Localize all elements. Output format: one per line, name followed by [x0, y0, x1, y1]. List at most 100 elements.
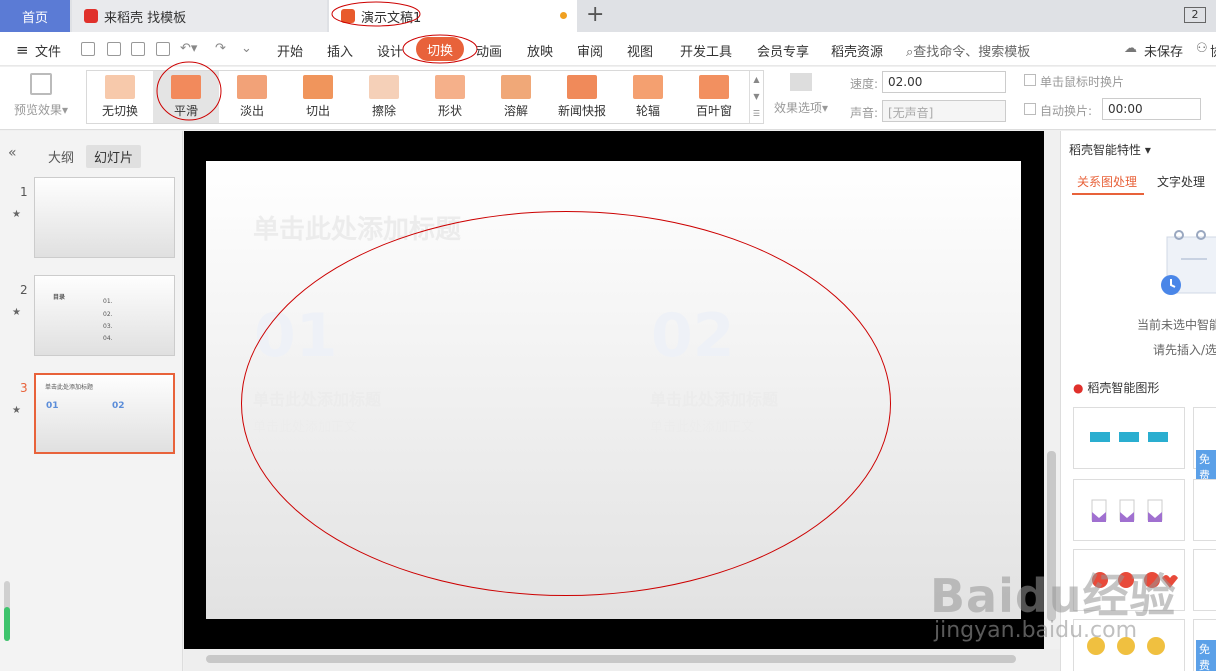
menu-design[interactable]: 设计 — [377, 41, 403, 60]
save-icon[interactable] — [81, 42, 95, 56]
transition-item[interactable]: 轮辐 — [615, 71, 681, 123]
sound-select[interactable]: [无声音] — [882, 100, 1006, 122]
collab-label[interactable]: 协 — [1210, 41, 1216, 60]
calendar-illustration-icon — [1161, 230, 1216, 295]
slide-panel: « 大纲 幻灯片 1 ★ 2 ★ 目录 01. 02. 03. 04. 3 ★ … — [0, 131, 183, 671]
more-icon[interactable]: ⌄ — [241, 41, 252, 56]
slide-number: 2 — [20, 283, 28, 297]
tab-text-processing[interactable]: 文字处理 — [1157, 173, 1205, 190]
empty-message-2: 请先插入/选 — [1153, 343, 1216, 357]
menu-hamburger-icon[interactable]: ≡ — [16, 41, 29, 59]
transition-thumbnail-icon — [435, 75, 465, 99]
thumb-title: 单击此处添加标题 — [45, 384, 94, 391]
transition-item[interactable]: 无切换 — [87, 71, 153, 123]
tab-outline[interactable]: 大纲 — [40, 145, 82, 168]
active-tab-underline — [1072, 193, 1144, 195]
scroll-thumb[interactable] — [206, 655, 1016, 663]
transition-item[interactable]: 溶解 — [483, 71, 549, 123]
tab-bar: 首页 来稻壳 找模板 演示文稿1 + 2 — [0, 0, 1216, 32]
baidu-watermark-url: jingyan.baidu.com — [934, 618, 1138, 643]
effect-options-button[interactable]: 效果选项▾ — [770, 73, 832, 116]
on-click-label: 单击鼠标时换片 — [1040, 75, 1125, 89]
slide-number: 1 — [20, 185, 28, 199]
transition-label: 形状 — [437, 104, 462, 118]
preview-effect-button[interactable]: 预览效果▾ — [10, 73, 72, 118]
highlight-ellipse-menu — [402, 34, 478, 64]
menu-review[interactable]: 审阅 — [577, 41, 603, 60]
transition-label: 百叶窗 — [695, 104, 732, 118]
menu-insert[interactable]: 插入 — [327, 41, 353, 60]
transition-label: 溶解 — [503, 104, 528, 118]
transition-item[interactable]: 淡出 — [219, 71, 285, 123]
smart-graphic-card[interactable] — [1073, 407, 1185, 469]
effect-options-label: 效果选项 — [773, 101, 822, 115]
current-slide[interactable]: 单击此处添加标题 01 02 单击此处添加标题 单击此处添加标题 单击此处添加正… — [206, 161, 1021, 619]
slide-thumbnail-1[interactable] — [34, 177, 175, 258]
smart-graphic-section: ● 稻壳智能图形 — [1073, 379, 1159, 396]
transition-thumbnail-icon — [369, 75, 399, 99]
menu-file[interactable]: 文件 — [35, 41, 61, 60]
transition-label: 新闻快报 — [557, 104, 606, 118]
transition-thumbnail-icon — [567, 75, 597, 99]
undo-icon[interactable]: ↶▾ — [180, 41, 197, 56]
highlight-ellipse-slide — [241, 211, 891, 596]
auto-advance-time[interactable]: 00:00 — [1102, 98, 1201, 120]
collab-icon[interactable]: ⚇ — [1196, 41, 1208, 56]
transition-label: 切出 — [305, 104, 330, 118]
transition-thumbnail-icon — [303, 75, 333, 99]
star-icon: ★ — [12, 307, 21, 318]
speed-input[interactable]: 02.00 — [882, 71, 1006, 93]
auto-advance-checkbox[interactable] — [1024, 103, 1036, 115]
dropdown-arrow-icon: ▾ — [61, 103, 69, 117]
menu-view[interactable]: 视图 — [627, 41, 653, 60]
collapse-panel-icon[interactable]: « — [8, 145, 17, 161]
menu-devtools[interactable]: 开发工具 — [680, 41, 732, 60]
transition-item[interactable]: 形状 — [417, 71, 483, 123]
smart-graphic-card[interactable] — [1073, 479, 1185, 541]
menu-membership[interactable]: 会员专享 — [757, 41, 809, 60]
export-icon[interactable] — [107, 42, 121, 56]
transition-thumbnail-icon — [501, 75, 531, 99]
smart-graphic-card[interactable]: 免费 — [1193, 407, 1216, 484]
new-tab-icon[interactable]: + — [586, 2, 604, 27]
menu-animation[interactable]: 动画 — [476, 41, 502, 60]
print-preview-icon[interactable] — [156, 42, 170, 56]
smart-graphic-card[interactable]: 免费 — [1193, 619, 1216, 671]
transition-ribbon: 预览效果▾ 百叶窗 轮辐 新闻快报 溶解 形状 擦除 切出 淡出 平滑 无切换 ▲ ▼ ☰ 效果选项▾… — [0, 61, 1216, 130]
slide-thumbnail-2[interactable]: 目录 01. 02. 03. 04. — [34, 275, 175, 356]
redo-icon[interactable]: ↷ — [215, 41, 226, 56]
panel-header-label: 稻壳智能特性 — [1069, 143, 1142, 157]
thumb-item: 04. — [103, 335, 113, 342]
menu-start[interactable]: 开始 — [277, 41, 303, 60]
command-search[interactable]: ⌕查找命令、搜索模板 — [906, 41, 1030, 60]
transition-item[interactable]: 新闻快报 — [549, 71, 615, 123]
smart-graphic-card[interactable] — [1193, 479, 1216, 541]
transition-thumbnail-icon — [699, 75, 729, 99]
thumb-item: 03. — [103, 323, 113, 330]
on-click-checkbox[interactable] — [1024, 74, 1036, 86]
window-count-button[interactable]: 2 — [1184, 7, 1206, 23]
tab-relation-diagram[interactable]: 关系图处理 — [1077, 173, 1137, 190]
menu-slideshow[interactable]: 放映 — [527, 41, 553, 60]
tab-home[interactable]: 首页 — [0, 0, 70, 32]
effect-options-icon — [790, 73, 812, 91]
transition-item[interactable]: 切出 — [285, 71, 351, 123]
slide-thumbnail-3[interactable]: 单击此处添加标题 01 02 — [34, 373, 175, 454]
print-icon[interactable] — [131, 42, 145, 56]
graphic-preview — [1090, 432, 1168, 442]
unsaved-status[interactable]: 未保存 — [1144, 41, 1183, 60]
transition-item[interactable]: 百叶窗 — [681, 71, 747, 123]
transition-label: 无切换 — [101, 104, 138, 118]
gallery-scrollbar[interactable]: ▲ ▼ ☰ — [749, 71, 763, 123]
horizontal-scrollbar[interactable] — [184, 649, 1060, 671]
transition-item[interactable]: 擦除 — [351, 71, 417, 123]
speed-label: 速度: — [850, 77, 879, 91]
star-icon: ★ — [12, 405, 21, 416]
search-placeholder: 查找命令、搜索模板 — [913, 45, 1031, 60]
tab-template-store[interactable]: 来稻壳 找模板 — [72, 0, 327, 32]
menu-docer[interactable]: 稻壳资源 — [831, 41, 883, 60]
panel-header[interactable]: 稻壳智能特性 ▾ — [1069, 141, 1151, 158]
tab-slides[interactable]: 幻灯片 — [86, 145, 142, 168]
star-icon: ★ — [12, 209, 21, 220]
smart-graphic-card[interactable] — [1193, 549, 1216, 611]
